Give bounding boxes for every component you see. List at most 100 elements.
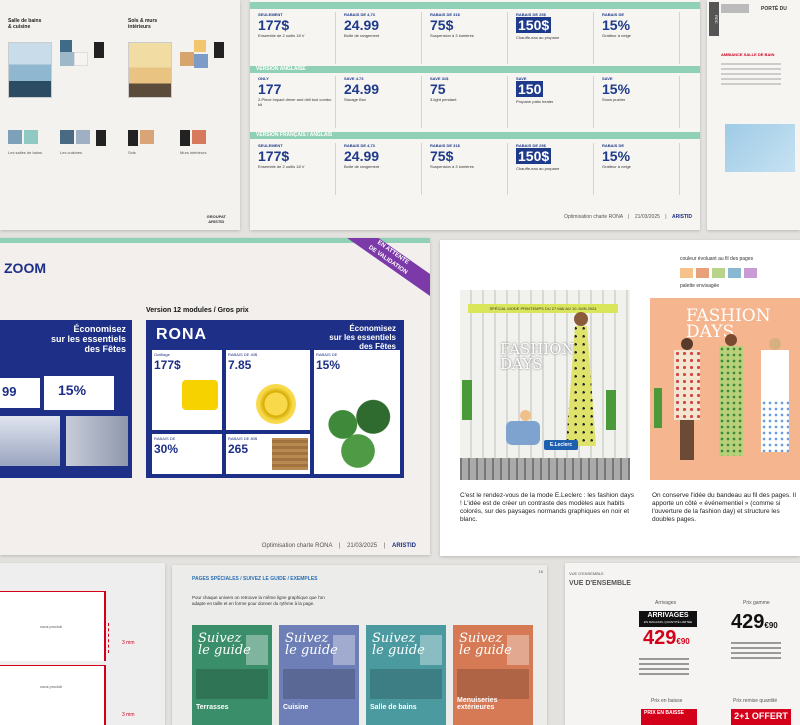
footer-date: 21/03/2025 — [347, 543, 378, 549]
cell-desc: Gratteur à neige — [602, 164, 631, 169]
cell-desc: Chauffe-eau au propane — [516, 35, 560, 40]
price-tile: 15% — [44, 376, 114, 410]
guide-title: Suivez le guide — [198, 631, 251, 658]
cell-desc: Storage Box — [344, 97, 367, 102]
guides-intro: Pour chaque univers on retrouve la même … — [192, 595, 325, 606]
footer-brand: ARISTID — [672, 214, 692, 220]
guide-cover: Suivez le guide Terrasses — [192, 625, 272, 725]
price-cell: RABAIS DE 4,73 24.99 Boîte de rangement — [344, 12, 422, 64]
tile-price: 7.85 — [228, 358, 252, 372]
color-chip — [94, 42, 104, 58]
price-cell: SAVE 4.73 24.99 Storage Box — [344, 76, 422, 128]
swatch — [60, 40, 72, 52]
guide-image — [333, 635, 355, 665]
col2-title: Sols & murs intérieurs — [128, 18, 158, 30]
swatch — [74, 52, 88, 66]
cell-desc: Chauffe-eau au propane — [516, 166, 560, 171]
grid-footer: Optimisation charte RONA | 21/03/2025 | … — [564, 214, 692, 220]
swatch — [192, 130, 206, 144]
tile-percent: RABAIS DE 30% — [152, 434, 222, 474]
palette-swatch — [680, 268, 693, 278]
footer-text: Optimisation charte RONA — [564, 214, 623, 220]
guide-name: Salle de bains — [370, 704, 417, 711]
overview-kicker: VUE D'ENSEMBLE — [569, 571, 604, 576]
palette-label-2: palette envisagée — [680, 283, 720, 289]
block-label: vous produit — [40, 684, 62, 689]
swatch — [76, 130, 90, 144]
background-stripes — [460, 290, 630, 480]
overview-title: VUE D'ENSEMBLE — [569, 580, 631, 587]
overview-card: VUE D'ENSEMBLE VUE D'ENSEMBLE Arrivages … — [565, 563, 800, 725]
badge-offert: 2+1 OFFERT — [731, 709, 791, 725]
wood-image — [272, 438, 308, 470]
cell-price: 24.99 — [344, 81, 380, 97]
price-cell: RABAIS DE 15% Gratteur à neige — [602, 143, 680, 195]
page-number: 16 — [538, 569, 543, 574]
side-image — [725, 124, 795, 172]
product-image — [66, 416, 128, 466]
fashion-card: couleur évoluant au fil des pages palett… — [440, 240, 800, 556]
label: Sols — [128, 150, 136, 155]
price-cell: RABAIS DE 25$ 150$ Chauffe-eau au propane — [516, 12, 594, 64]
badge-subtitle: EN MAGASIN, QUANTITÉ LIMITÉE — [643, 620, 693, 624]
page-block: vous produit — [0, 591, 106, 661]
cell-desc: 3-light pendant — [430, 97, 457, 102]
footer-text: Optimisation charte RONA — [261, 543, 333, 549]
guide-title: Suivez le guide — [285, 631, 338, 658]
model-3 — [758, 338, 792, 472]
cell-price: 75$ — [430, 17, 454, 33]
gamme-text — [731, 639, 781, 679]
tile-price: 177$ — [154, 358, 181, 372]
cell-price: 150$ — [516, 17, 552, 33]
cell-desc: Boîte de rangement — [344, 33, 380, 38]
fashion-magazine-leclerc: SPÉCIAL MODE PRINTEMPS DU 27 MAI AU 10 J… — [460, 290, 630, 480]
cell-desc: Boîte de rangement — [344, 164, 380, 169]
fashion-magazine-colored: FASHION DAYS — [650, 298, 800, 480]
cell-desc: Snow pusher — [602, 97, 626, 102]
cell-price: 75$ — [430, 148, 454, 164]
format-card: vous produit vous produit 3 mm 3 mm — [0, 563, 165, 725]
price-cell: SAVE 15% Snow pusher — [602, 76, 680, 128]
cell-price: 177$ — [258, 148, 290, 164]
side-title: PORTÉ DU — [761, 6, 787, 12]
drill-image — [182, 380, 218, 410]
cell-price: 15% — [602, 17, 631, 33]
badge-title: ARRIVAGES — [647, 612, 689, 619]
color-chip — [96, 130, 106, 146]
swatch — [140, 130, 154, 144]
zoom-footer: Optimisation charte RONA | 21/03/2025 | … — [261, 543, 416, 549]
guide-image — [420, 635, 442, 665]
guide-photo — [457, 669, 529, 699]
color-chip — [128, 130, 138, 146]
flyer-left: Économisez sur les essentiels des Fêtes … — [0, 320, 132, 478]
floors-thumbnail — [128, 42, 172, 98]
arrivages-text — [639, 655, 689, 695]
page-block: vous produit — [0, 665, 106, 725]
side-chip — [721, 4, 749, 13]
side-card: RDC PORTÉ DU AMBIANCE SALLE DE BAIN — [707, 0, 800, 230]
validation-ribbon: EN ATTENTE DE VALIDATION — [327, 238, 430, 305]
tile-drill: Outillage 177$ — [152, 350, 222, 430]
caption-right: On conserve l'idée du bandeau au fil des… — [652, 492, 796, 523]
footer-date: 21/03/2025 — [634, 214, 660, 220]
arrivages-badge: ARRIVAGES EN MAGASIN, QUANTITÉ LIMITÉE — [639, 611, 697, 627]
zoom-title: ZOOM — [4, 260, 46, 276]
price-cell: ONLY 177 2-Piece impact driver and drill t… — [258, 76, 336, 128]
col-arrivages: Arrivages — [655, 600, 677, 606]
flyer-headline: Économisez sur les essentiels des Fêtes — [329, 324, 396, 351]
palette-swatch — [696, 268, 709, 278]
bathroom-thumbnail — [8, 42, 52, 98]
color-chip — [214, 42, 224, 58]
palette-swatch — [712, 268, 725, 278]
cell-price: 24.99 — [344, 148, 380, 164]
groupat-logo: GROUPAT ARISTID — [206, 214, 226, 224]
price-value: 429 — [731, 611, 765, 633]
cell-price: 24.99 — [344, 17, 380, 33]
leclerc-logo: E.Leclerc — [544, 440, 578, 450]
price-sticker — [462, 380, 472, 420]
measure-top: 3 mm — [122, 640, 135, 646]
guide-image — [507, 635, 529, 665]
col-prix-baisse: Prix en baisse — [651, 698, 683, 704]
cell-desc: Gratteur à neige — [602, 33, 631, 38]
price-row: SEULEMENT 177$ Ensemble de 2 outils 18 V RA… — [250, 143, 700, 195]
